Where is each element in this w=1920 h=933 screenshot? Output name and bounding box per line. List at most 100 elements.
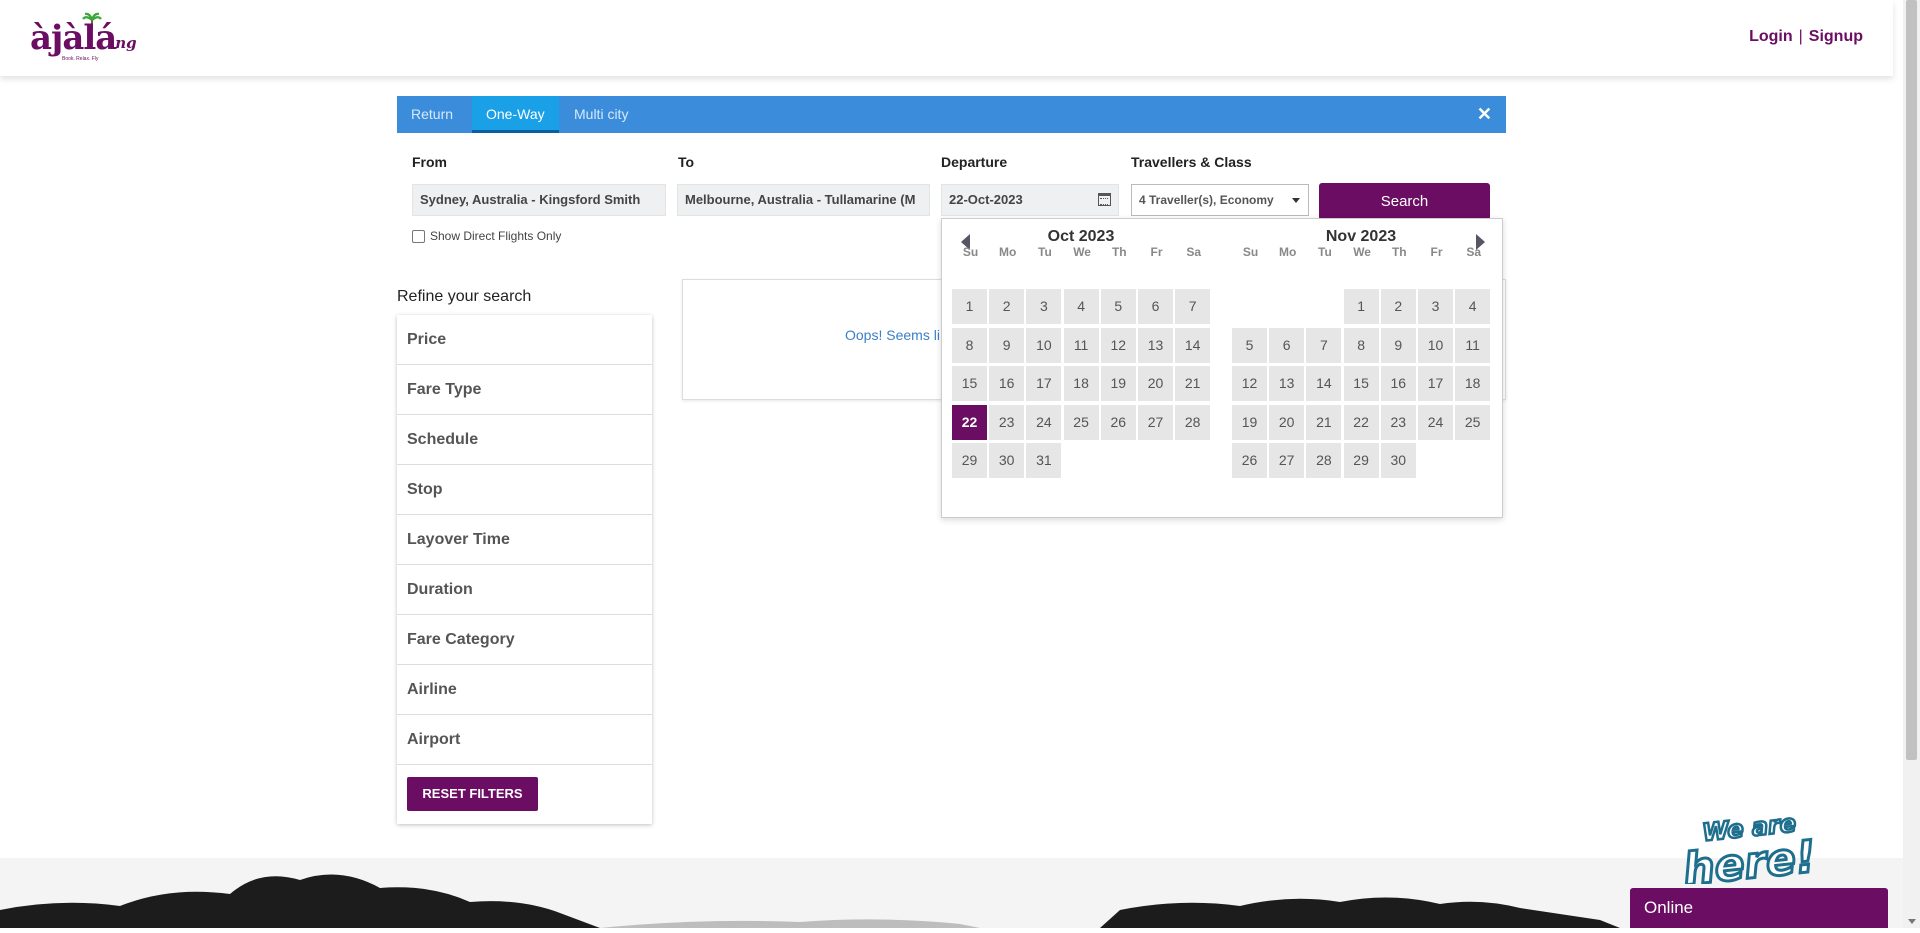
calendar-day[interactable]: 22: [1343, 404, 1379, 440]
calendar-day[interactable]: 18: [1455, 366, 1491, 401]
svg-text:here!: here!: [1681, 831, 1818, 884]
weekday-header: Sa: [1466, 245, 1482, 259]
ajala-logo[interactable]: àjàlá .ng Book. Relax. Fly: [30, 12, 140, 64]
filter-duration[interactable]: Duration: [397, 565, 652, 615]
filter-airline[interactable]: Airline: [397, 665, 652, 715]
calendar-day[interactable]: 4: [1455, 289, 1491, 324]
scrollbar-thumb[interactable]: [1906, 0, 1917, 760]
calendar-day[interactable]: 22: [952, 404, 987, 440]
filter-airport[interactable]: Airport: [397, 715, 652, 765]
calendar-day[interactable]: 14: [1175, 327, 1211, 363]
calendar-day[interactable]: 13: [1269, 366, 1305, 401]
calendar-day[interactable]: 14: [1306, 366, 1342, 401]
calendar-day[interactable]: 17: [1026, 366, 1062, 401]
calendar-day[interactable]: 8: [1343, 327, 1379, 363]
tab-return[interactable]: Return: [397, 96, 467, 133]
calendar-day[interactable]: 7: [1175, 289, 1211, 324]
filter-fare-category[interactable]: Fare Category: [397, 615, 652, 665]
calendar-day[interactable]: 27: [1269, 443, 1305, 478]
to-field[interactable]: Melbourne, Australia - Tullamarine (M: [677, 184, 930, 216]
calendar-day[interactable]: 1: [952, 289, 987, 324]
scroll-down-icon[interactable]: [1908, 919, 1916, 924]
page-scrollbar[interactable]: [1903, 0, 1920, 928]
calendar-day[interactable]: 8: [952, 327, 987, 363]
calendar-day[interactable]: 20: [1269, 404, 1305, 440]
tab-one-way[interactable]: One-Way: [472, 96, 559, 133]
tab-multi-city[interactable]: Multi city: [560, 96, 642, 133]
calendar-day[interactable]: 5: [1100, 289, 1136, 324]
calendar-day[interactable]: 12: [1100, 327, 1136, 363]
calendar-day[interactable]: 7: [1306, 327, 1342, 363]
logo-suffix: .ng: [110, 34, 137, 52]
direct-flights-option: Show Direct Flights Only: [412, 229, 561, 243]
calendar-day[interactable]: 6: [1269, 327, 1305, 363]
weekday-header: Th: [1111, 245, 1127, 259]
calendar-day[interactable]: 4: [1063, 289, 1099, 324]
calendar-day[interactable]: 24: [1418, 404, 1453, 440]
filter-fare-type[interactable]: Fare Type: [397, 365, 652, 415]
calendar-day[interactable]: 30: [989, 443, 1025, 478]
calendar-day[interactable]: 1: [1343, 289, 1379, 324]
calendar-day[interactable]: 24: [1026, 404, 1062, 440]
calendar-day[interactable]: 28: [1306, 443, 1342, 478]
calendar-day[interactable]: 29: [1343, 443, 1379, 478]
calendar-day[interactable]: 11: [1455, 327, 1491, 363]
mountain-silhouette: [0, 874, 1620, 928]
reset-filters-button[interactable]: RESET FILTERS: [407, 777, 538, 811]
login-link[interactable]: Login: [1749, 28, 1793, 46]
calendar-day[interactable]: 16: [989, 366, 1025, 401]
calendar-day[interactable]: 16: [1380, 366, 1416, 401]
calendar-day[interactable]: 15: [952, 366, 987, 401]
departure-field[interactable]: 22-Oct-2023: [941, 184, 1119, 216]
calendar-day[interactable]: 11: [1063, 327, 1099, 363]
calendar-day[interactable]: 25: [1455, 404, 1491, 440]
calendar-day[interactable]: 3: [1418, 289, 1453, 324]
weekday-header: Th: [1391, 245, 1407, 259]
chat-online-button[interactable]: Online: [1630, 888, 1888, 928]
filter-layover-time[interactable]: Layover Time: [397, 515, 652, 565]
close-icon[interactable]: ✕: [1477, 96, 1492, 133]
calendar-day[interactable]: 6: [1138, 289, 1173, 324]
calendar-day[interactable]: 18: [1063, 366, 1099, 401]
calendar-day[interactable]: 20: [1138, 366, 1173, 401]
calendar-day[interactable]: 9: [989, 327, 1025, 363]
calendar-icon[interactable]: [1098, 193, 1111, 206]
calendar-day[interactable]: 17: [1418, 366, 1453, 401]
calendar-day[interactable]: 12: [1232, 366, 1267, 401]
calendar-day[interactable]: 30: [1380, 443, 1416, 478]
calendar-day[interactable]: 2: [1380, 289, 1416, 324]
calendar-day[interactable]: 10: [1418, 327, 1453, 363]
calendar-day[interactable]: 10: [1026, 327, 1062, 363]
filter-stop[interactable]: Stop: [397, 465, 652, 515]
calendar-day[interactable]: 26: [1100, 404, 1136, 440]
travellers-select[interactable]: 4 Traveller(s), Economy: [1131, 184, 1309, 216]
calendar-day[interactable]: 19: [1232, 404, 1267, 440]
search-button[interactable]: Search: [1319, 183, 1490, 220]
calendar-day[interactable]: 5: [1232, 327, 1267, 363]
calendar-day[interactable]: 31: [1026, 443, 1062, 478]
calendar-day[interactable]: 15: [1343, 366, 1379, 401]
auth-separator: |: [1798, 28, 1803, 45]
from-field[interactable]: Sydney, Australia - Kingsford Smith: [412, 184, 666, 216]
calendar-day[interactable]: 21: [1175, 366, 1211, 401]
calendar-day[interactable]: 26: [1232, 443, 1267, 478]
calendar-day[interactable]: 23: [1380, 404, 1416, 440]
weekday-header: Sa: [1186, 245, 1202, 259]
filter-schedule[interactable]: Schedule: [397, 415, 652, 465]
signup-link[interactable]: Signup: [1809, 28, 1863, 46]
calendar-day[interactable]: 9: [1380, 327, 1416, 363]
calendar-day[interactable]: 27: [1138, 404, 1173, 440]
calendar-day[interactable]: 13: [1138, 327, 1173, 363]
weekday-header: We: [1073, 245, 1091, 259]
direct-flights-checkbox[interactable]: [412, 229, 425, 243]
calendar-day[interactable]: 25: [1063, 404, 1099, 440]
calendar-day[interactable]: 23: [989, 404, 1025, 440]
calendar-day[interactable]: 21: [1306, 404, 1342, 440]
calendar-day[interactable]: 3: [1026, 289, 1062, 324]
calendar-day[interactable]: 28: [1175, 404, 1211, 440]
calendar-day[interactable]: 2: [989, 289, 1025, 324]
filter-price[interactable]: Price: [397, 315, 652, 365]
calendar-day[interactable]: 29: [952, 443, 987, 478]
weekday-header: Su: [1242, 245, 1259, 259]
calendar-day[interactable]: 19: [1100, 366, 1136, 401]
